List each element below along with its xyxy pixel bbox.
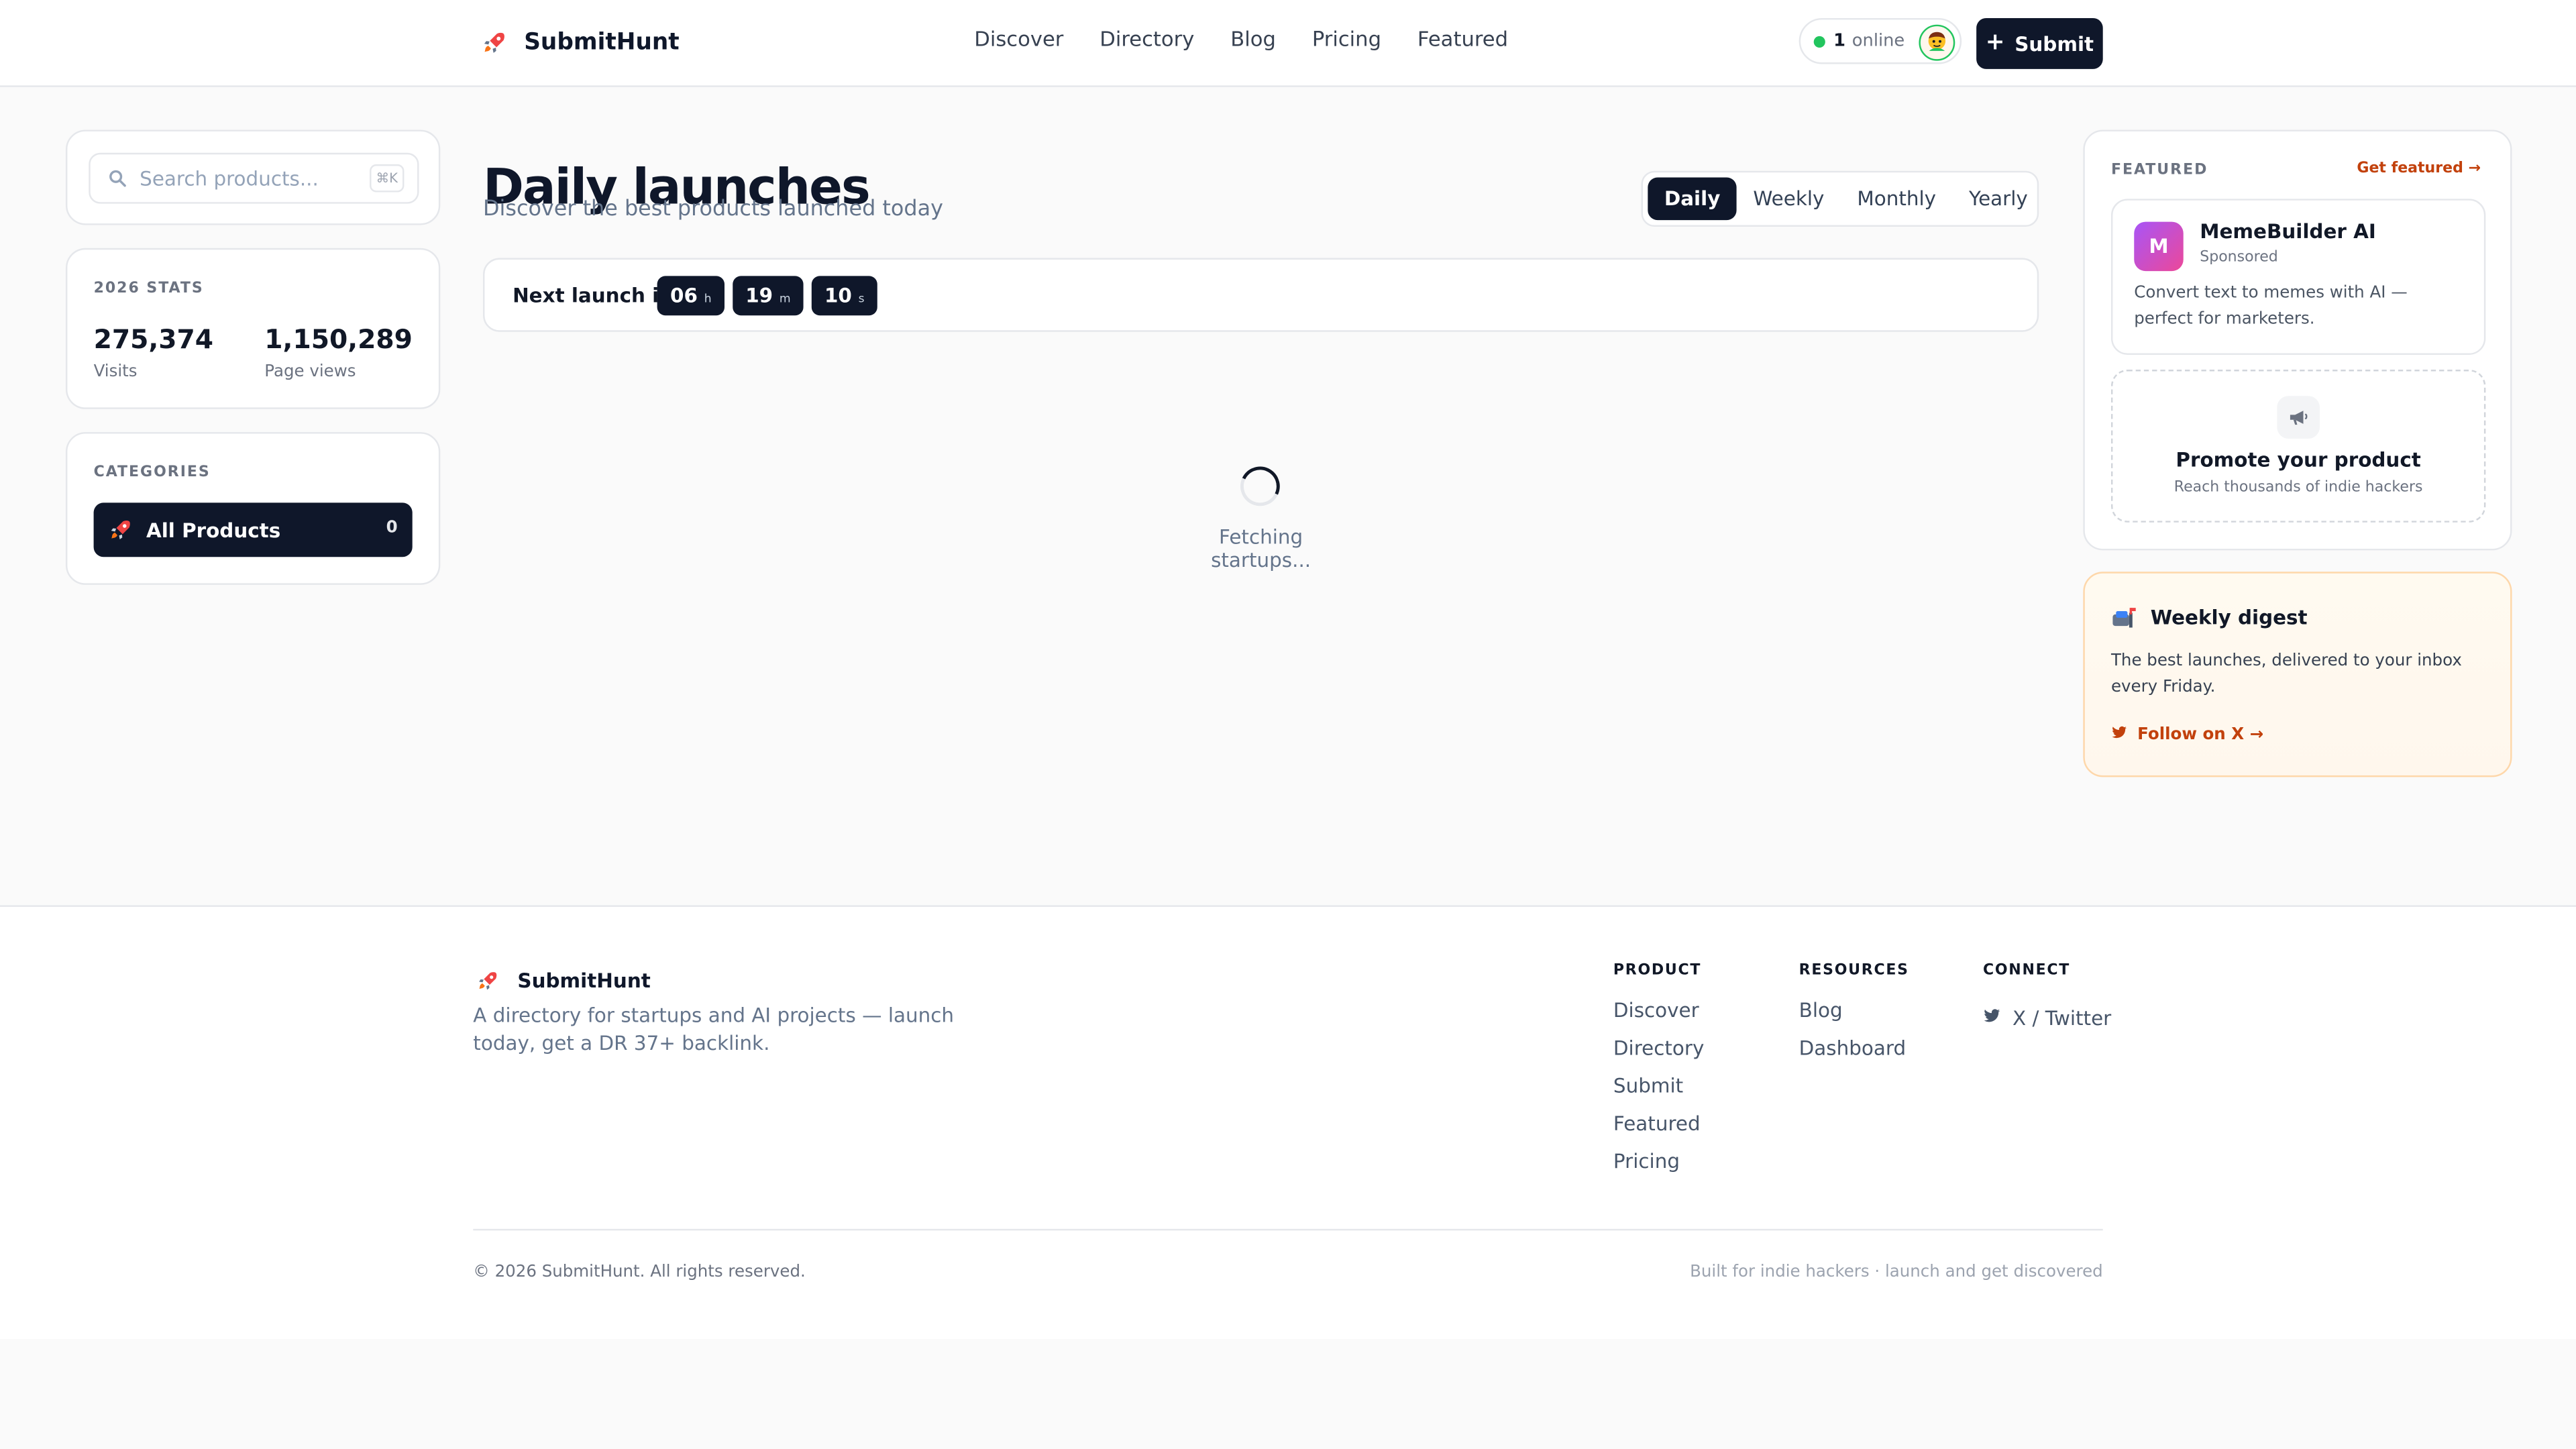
page-subtitle: Discover the best products launched toda…: [483, 197, 943, 222]
digest-header: Weekly digest: [2111, 604, 2308, 631]
countdown-hours: 06 h: [657, 276, 725, 316]
keyboard-shortcut-badge: ⌘K: [370, 164, 405, 193]
footer-resources-column: RESOURCES Blog Dashboard: [1799, 963, 1909, 1075]
product-logo: M: [2134, 221, 2184, 272]
tab-weekly[interactable]: Weekly: [1737, 177, 1841, 220]
sponsored-label: Sponsored: [2200, 250, 2278, 266]
site-header: SubmitHunt Discover Directory Blog Prici…: [0, 0, 2576, 87]
product-description: Convert text to memes with AI — perfect …: [2134, 284, 2408, 329]
follow-on-x-link[interactable]: Follow on X →: [2111, 724, 2263, 746]
footer-description: A directory for startups and AI projects…: [473, 1004, 955, 1055]
footer-link-pricing[interactable]: Pricing: [1613, 1150, 1704, 1187]
online-status-dot: [1813, 35, 1825, 47]
hours-value: 06: [670, 284, 698, 307]
footer-link-blog[interactable]: Blog: [1799, 999, 1909, 1036]
weekly-digest-card: Weekly digest The best launches, deliver…: [2083, 572, 2512, 777]
online-count: 1: [1833, 31, 1845, 51]
twitter-link-label: X / Twitter: [2012, 1006, 2112, 1030]
footer-brand[interactable]: SubmitHunt: [473, 966, 651, 996]
footer-product-column: PRODUCT Discover Directory Submit Featur…: [1613, 963, 1704, 1188]
countdown-seconds: 10 s: [811, 276, 877, 316]
follow-link-label: Follow on X →: [2137, 726, 2264, 745]
nav-blog[interactable]: Blog: [1230, 26, 1276, 51]
nav-discover[interactable]: Discover: [974, 26, 1063, 51]
minutes-value: 19: [745, 284, 773, 307]
avatar[interactable]: [1919, 24, 1955, 61]
search-icon: [107, 168, 126, 188]
promote-title: Promote your product: [2176, 448, 2421, 472]
category-count: 0: [386, 519, 398, 537]
footer-divider: [473, 1228, 2103, 1231]
period-tabs: Daily Weekly Monthly Yearly: [1641, 170, 2039, 227]
main-nav: Discover Directory Blog Pricing Featured: [974, 26, 1508, 51]
countdown-card: Next launch in 06 h 19 m 10 s: [483, 258, 2039, 332]
copyright: © 2026 SubmitHunt. All rights reserved.: [473, 1263, 806, 1282]
search-box[interactable]: ⌘K: [89, 152, 419, 204]
footer-link-featured[interactable]: Featured: [1613, 1112, 1704, 1150]
featured-title: FEATURED: [2110, 162, 2208, 179]
page: SubmitHunt Discover Directory Blog Prici…: [0, 0, 2576, 1449]
footer-connect-title: CONNECT: [1982, 963, 2071, 979]
minutes-unit: m: [779, 292, 791, 306]
rocket-icon: [107, 517, 133, 543]
brand-name: SubmitHunt: [524, 30, 680, 56]
footer-link-x-twitter[interactable]: X / Twitter: [1983, 999, 2111, 1036]
categories-title: CATEGORIES: [93, 465, 211, 482]
hours-unit: h: [704, 292, 712, 306]
product-name: MemeBuilder AI: [2200, 220, 2376, 244]
seconds-unit: s: [858, 292, 865, 306]
submit-button[interactable]: + Submit: [1976, 17, 2103, 69]
stats-title: 2026 STATS: [93, 280, 204, 298]
nav-pricing[interactable]: Pricing: [1312, 26, 1381, 51]
category-all-products[interactable]: All Products 0: [93, 502, 413, 557]
online-label: online: [1851, 31, 1905, 51]
promote-subtitle: Reach thousands of indie hackers: [2174, 480, 2423, 496]
countdown-label: Next launch in: [513, 284, 674, 307]
countdown-minutes: 19 m: [733, 276, 804, 316]
footer-resources-title: RESOURCES: [1799, 963, 1909, 979]
category-label: All Products: [146, 518, 281, 541]
nav-directory[interactable]: Directory: [1099, 26, 1194, 51]
twitter-icon: [1983, 1006, 2001, 1029]
digest-text: The best launches, delivered to your inb…: [2110, 652, 2462, 697]
featured-product-card[interactable]: M MemeBuilder AI Sponsored Convert text …: [2110, 199, 2486, 355]
stats-card: 2026 STATS 275,374 Visits 1,150,289 Page…: [65, 248, 441, 409]
stat-visits-label: Visits: [93, 363, 138, 382]
stat-pageviews-label: Page views: [264, 363, 356, 382]
submit-label: Submit: [2015, 32, 2094, 56]
footer-product-title: PRODUCT: [1613, 963, 1702, 979]
digest-title: Weekly digest: [2150, 606, 2308, 629]
rocket-icon: [473, 966, 502, 996]
tab-daily[interactable]: Daily: [1648, 177, 1737, 221]
footer-tagline: Built for indie hackers · launch and get…: [1690, 1263, 2103, 1282]
footer-link-submit[interactable]: Submit: [1613, 1075, 1704, 1112]
footer-link-discover[interactable]: Discover: [1613, 999, 1704, 1036]
footer-link-dashboard[interactable]: Dashboard: [1799, 1036, 1909, 1074]
categories-card: CATEGORIES All Products 0: [65, 432, 441, 585]
brand-link[interactable]: SubmitHunt: [480, 26, 680, 59]
stat-visits-value: 275,374: [93, 323, 214, 355]
seconds-value: 10: [824, 284, 852, 307]
rocket-icon: [480, 28, 509, 58]
loading-spinner: [1234, 461, 1286, 512]
search-input[interactable]: [140, 166, 367, 190]
online-indicator[interactable]: 1 online: [1799, 17, 1962, 64]
plus-icon: +: [1985, 30, 2005, 56]
tab-monthly[interactable]: Monthly: [1841, 177, 1953, 220]
footer-brand-name: SubmitHunt: [517, 969, 651, 993]
search-card: ⌘K: [65, 129, 441, 225]
site-footer: SubmitHunt A directory for startups and …: [0, 905, 2576, 1339]
loading-text: Fetching startups...: [1211, 525, 1311, 572]
get-featured-link[interactable]: Get featured →: [2357, 161, 2481, 177]
tab-yearly[interactable]: Yearly: [1953, 177, 2045, 220]
featured-card: FEATURED Get featured → M MemeBuilder AI…: [2083, 129, 2512, 551]
stat-pageviews-value: 1,150,289: [264, 323, 413, 355]
twitter-icon: [2111, 724, 2127, 746]
megaphone-icon: [2277, 396, 2320, 439]
footer-link-directory[interactable]: Directory: [1613, 1036, 1704, 1074]
nav-featured[interactable]: Featured: [1417, 26, 1508, 51]
footer-connect-column: CONNECT X / Twitter: [1983, 963, 2111, 1036]
promote-product-card[interactable]: Promote your product Reach thousands of …: [2110, 370, 2486, 523]
mailbox-icon: [2111, 604, 2137, 631]
